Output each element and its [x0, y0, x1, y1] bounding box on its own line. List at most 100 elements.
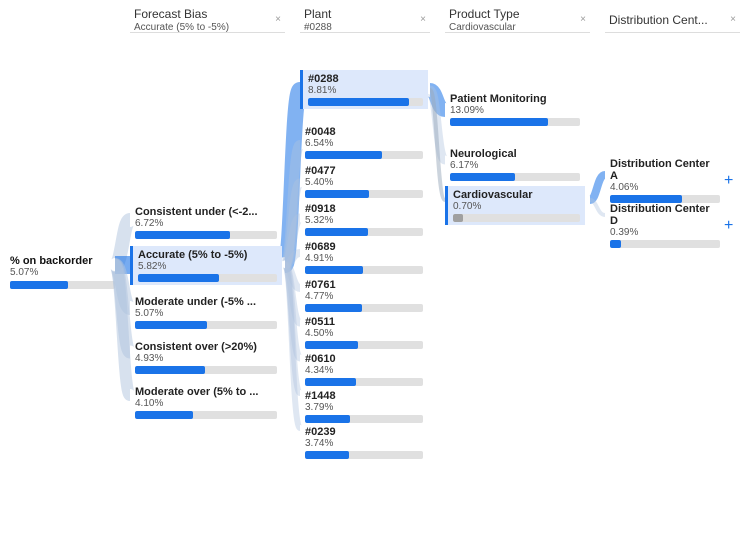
node-label: Neurological — [450, 148, 580, 160]
dist-center-column-header: Distribution Cent... × — [605, 5, 740, 33]
product-type-close[interactable]: × — [580, 14, 586, 25]
plant-node-0610[interactable]: #0610 4.34% — [300, 350, 428, 389]
node-value: 6.72% — [135, 218, 277, 229]
bar-container — [305, 228, 423, 236]
prodtype-node-patient[interactable]: Patient Monitoring 13.09% — [445, 90, 585, 129]
bar-container — [305, 415, 423, 423]
plant-column-header: Plant #0288 × — [300, 5, 430, 33]
sankey-chart: % on backorder 5.07% Forecast Bias Accur… — [0, 0, 750, 560]
bar-fill — [135, 231, 230, 239]
node-label: Patient Monitoring — [450, 93, 580, 105]
bar-fill — [305, 415, 350, 423]
bar-fill — [453, 214, 463, 222]
bar-fill — [305, 341, 358, 349]
bar-fill — [135, 411, 193, 419]
node-value: 4.10% — [135, 398, 277, 409]
plant-subtitle: #0288 — [304, 22, 332, 33]
node-label: #0761 — [305, 279, 423, 291]
bar-container — [135, 231, 277, 239]
node-label: Moderate under (-5% ... — [135, 296, 277, 308]
bar-container — [135, 411, 277, 419]
bias-node-accurate[interactable]: Accurate (5% to -5%) 5.82% — [130, 246, 282, 285]
bar-fill — [610, 240, 621, 248]
node-value: 6.54% — [305, 138, 423, 149]
dist-a-plus-button[interactable]: + — [724, 172, 733, 190]
node-value: 4.77% — [305, 291, 423, 302]
bar-container — [135, 366, 277, 374]
bias-node-moderate-under[interactable]: Moderate under (-5% ... 5.07% — [130, 293, 282, 332]
forecast-bias-column-header: Forecast Bias Accurate (5% to -5%) × — [130, 5, 285, 33]
node-value: 4.34% — [305, 365, 423, 376]
bias-node-consistent-under[interactable]: Consistent under (<-2... 6.72% — [130, 203, 282, 242]
bar-fill — [305, 228, 368, 236]
node-value: 3.79% — [305, 402, 423, 413]
bar-fill — [138, 274, 219, 282]
bar-container — [450, 173, 580, 181]
prodtype-node-neuro[interactable]: Neurological 6.17% — [445, 145, 585, 184]
node-value: 4.93% — [135, 353, 277, 364]
node-label: #0689 — [305, 241, 423, 253]
node-label: Cardiovascular — [453, 189, 580, 201]
plant-node-0511[interactable]: #0511 4.50% — [300, 313, 428, 352]
bar-container — [453, 214, 580, 222]
plant-close[interactable]: × — [420, 14, 426, 25]
bar-fill — [305, 451, 349, 459]
node-label: Distribution Center D — [610, 203, 720, 227]
node-label: Accurate (5% to -5%) — [138, 249, 277, 261]
forecast-bias-title: Forecast Bias — [134, 7, 229, 21]
bar-container — [305, 304, 423, 312]
node-value: 5.82% — [138, 261, 277, 272]
node-value: 4.06% — [610, 182, 720, 193]
bar-container — [305, 151, 423, 159]
node-label: #1448 — [305, 390, 423, 402]
plant-node-0761[interactable]: #0761 4.77% — [300, 276, 428, 315]
bias-node-moderate-over[interactable]: Moderate over (5% to ... 4.10% — [130, 383, 282, 422]
dist-center-close[interactable]: × — [730, 14, 736, 25]
bar-container — [305, 266, 423, 274]
bar-container — [305, 190, 423, 198]
plant-title: Plant — [304, 7, 332, 21]
forecast-bias-header: Forecast Bias Accurate (5% to -5%) × — [130, 5, 285, 37]
bias-node-consistent-over[interactable]: Consistent over (>20%) 4.93% — [130, 338, 282, 377]
forecast-bias-close[interactable]: × — [275, 14, 281, 25]
dist-node-a[interactable]: Distribution Center A 4.06% + — [605, 155, 733, 206]
bar-fill — [305, 266, 363, 274]
bar-container — [308, 98, 423, 106]
plant-node-0689[interactable]: #0689 4.91% — [300, 238, 428, 277]
prodtype-node-cardio[interactable]: Cardiovascular 0.70% — [445, 186, 585, 225]
dist-d-plus-button[interactable]: + — [724, 217, 733, 235]
bar-container — [305, 341, 423, 349]
bar-fill — [135, 366, 205, 374]
plant-node-1448[interactable]: #1448 3.79% — [300, 387, 428, 426]
dist-center-header: Distribution Cent... × — [605, 5, 740, 37]
columns-area: Forecast Bias Accurate (5% to -5%) × Con… — [0, 0, 750, 560]
bar-fill — [450, 173, 515, 181]
plant-node-0288[interactable]: #0288 8.81% — [300, 70, 428, 109]
bar-fill — [305, 378, 356, 386]
dist-node-d[interactable]: Distribution Center D 0.39% + — [605, 200, 733, 251]
node-label: Moderate over (5% to ... — [135, 386, 277, 398]
bar-container — [135, 321, 277, 329]
bar-fill — [450, 118, 548, 126]
node-label: #0239 — [305, 426, 423, 438]
bar-fill — [308, 98, 409, 106]
node-value: 13.09% — [450, 105, 580, 116]
bar-fill — [305, 151, 382, 159]
node-value: 5.40% — [305, 177, 423, 188]
product-type-title: Product Type — [449, 7, 520, 21]
bar-fill — [305, 190, 369, 198]
plant-node-0048[interactable]: #0048 6.54% — [300, 123, 428, 162]
plant-node-0477[interactable]: #0477 5.40% — [300, 162, 428, 201]
bar-container — [610, 240, 720, 248]
bar-fill — [135, 321, 207, 329]
bar-container — [138, 274, 277, 282]
plant-header: Plant #0288 × — [300, 5, 430, 37]
product-type-subtitle: Cardiovascular — [449, 22, 520, 33]
node-value: 5.07% — [135, 308, 277, 319]
node-label: #0048 — [305, 126, 423, 138]
plant-node-0239[interactable]: #0239 3.74% — [300, 423, 428, 462]
bar-fill — [305, 304, 362, 312]
node-label: #0477 — [305, 165, 423, 177]
node-label: Consistent over (>20%) — [135, 341, 277, 353]
plant-node-0918[interactable]: #0918 5.32% — [300, 200, 428, 239]
